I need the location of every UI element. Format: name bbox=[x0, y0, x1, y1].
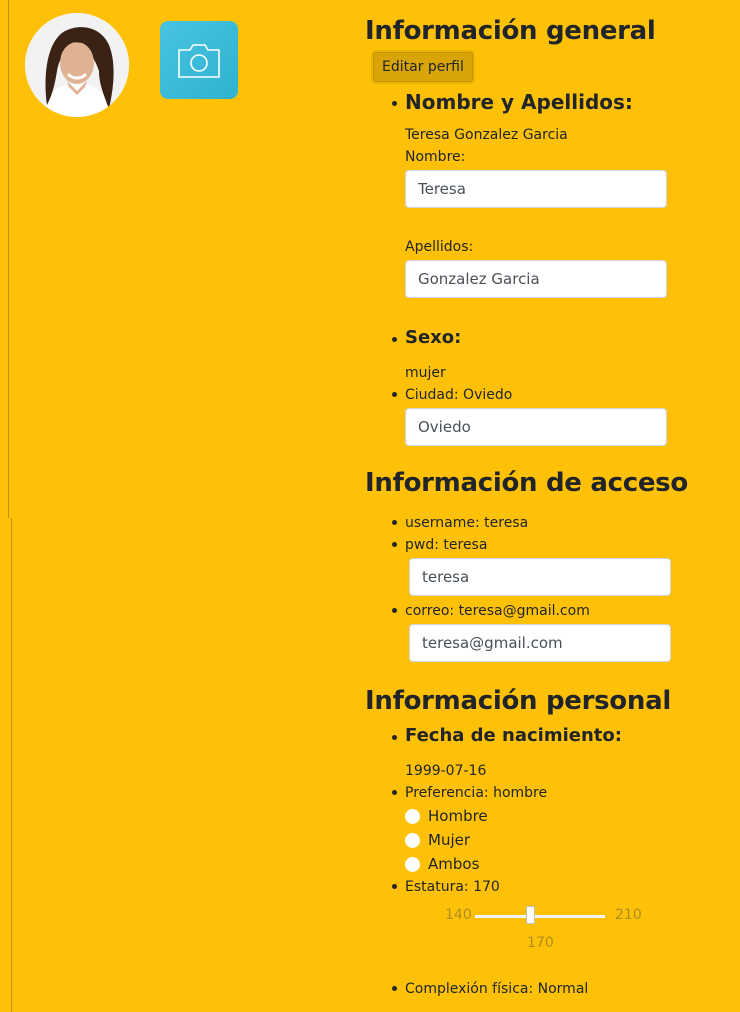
height-label: Estatura: 170 bbox=[405, 879, 500, 895]
avatar-photo bbox=[25, 13, 129, 117]
sex-value: mujer bbox=[405, 365, 446, 381]
radio-circle[interactable] bbox=[405, 808, 420, 824]
radio-circle[interactable] bbox=[405, 856, 420, 872]
profile-content: Información general Editar perfil Nombre… bbox=[365, 14, 705, 1000]
username-label: username: teresa bbox=[405, 515, 529, 531]
last-name-label: Apellidos: bbox=[405, 239, 474, 255]
first-name-label: Nombre: bbox=[405, 149, 466, 165]
height-list: Estatura: 170 bbox=[365, 876, 705, 898]
slider-max-label: 210 bbox=[615, 907, 642, 923]
complexion-label: Complexión física: Normal bbox=[405, 981, 589, 997]
camera-icon bbox=[178, 44, 220, 78]
personal-list: Fecha de nacimiento: bbox=[365, 722, 705, 750]
radio-mujer[interactable]: Mujer bbox=[365, 828, 705, 852]
email-label: correo: teresa@gmail.com bbox=[405, 603, 590, 619]
email-input[interactable]: teresa@gmail.com bbox=[409, 624, 671, 662]
username-item: username: teresa bbox=[365, 512, 705, 534]
pwd-item: pwd: teresa bbox=[365, 534, 705, 556]
pwd-label: pwd: teresa bbox=[405, 537, 488, 553]
general-list: Nombre y Apellidos: bbox=[365, 88, 705, 116]
last-name-input[interactable]: Gonzalez Garcia bbox=[405, 260, 667, 298]
sex-list: Sexo: bbox=[365, 324, 705, 352]
general-heading: Información general bbox=[365, 16, 656, 46]
radio-hombre[interactable]: Hombre bbox=[365, 804, 705, 828]
height-item: Estatura: 170 bbox=[365, 876, 705, 898]
radio-ambos[interactable]: Ambos bbox=[365, 852, 705, 876]
edit-profile-button[interactable]: Editar perfil bbox=[373, 52, 473, 82]
left-border-top bbox=[0, 0, 9, 518]
radio-label: Mujer bbox=[428, 831, 471, 849]
radio-label: Ambos bbox=[428, 855, 480, 873]
access-list: username: teresa pwd: teresa bbox=[365, 512, 705, 556]
left-border-bottom bbox=[0, 518, 12, 1012]
birth-value: 1999-07-16 bbox=[405, 763, 487, 779]
radio-label: Hombre bbox=[428, 807, 488, 825]
name-section-label: Nombre y Apellidos: bbox=[405, 90, 633, 114]
name-section: Nombre y Apellidos: bbox=[365, 88, 705, 116]
personal-heading: Información personal bbox=[365, 686, 671, 716]
radio-circle[interactable] bbox=[405, 832, 420, 848]
complexion-item: Complexión física: Normal bbox=[365, 978, 705, 1000]
pwd-input[interactable]: teresa bbox=[409, 558, 671, 596]
slider-value-label: 170 bbox=[527, 935, 554, 951]
birth-label: Fecha de nacimiento: bbox=[405, 725, 622, 746]
city-list: Ciudad: Oviedo bbox=[365, 384, 705, 406]
birth-section: Fecha de nacimiento: bbox=[365, 722, 705, 750]
city-label: Ciudad: Oviedo bbox=[405, 387, 513, 403]
profile-page: Información general Editar perfil Nombre… bbox=[0, 0, 740, 1012]
sex-label: Sexo: bbox=[405, 327, 462, 348]
avatar bbox=[25, 13, 129, 117]
preference-list: Preferencia: hombre bbox=[365, 782, 705, 804]
preference-label: Preferencia: hombre bbox=[405, 785, 548, 801]
camera-button[interactable] bbox=[160, 21, 238, 99]
slider-track[interactable] bbox=[475, 915, 605, 918]
full-name-text: Teresa Gonzalez Garcia bbox=[405, 127, 568, 143]
height-slider[interactable]: 140 210 170 bbox=[445, 898, 645, 958]
city-section: Ciudad: Oviedo bbox=[365, 384, 705, 406]
preference-item: Preferencia: hombre bbox=[365, 782, 705, 804]
slider-handle[interactable] bbox=[526, 906, 536, 924]
email-item: correo: teresa@gmail.com bbox=[365, 600, 705, 622]
first-name-input[interactable]: Teresa bbox=[405, 170, 667, 208]
email-list: correo: teresa@gmail.com bbox=[365, 600, 705, 622]
sex-section: Sexo: bbox=[365, 324, 705, 352]
city-input[interactable]: Oviedo bbox=[405, 408, 667, 446]
complexion-list: Complexión física: Normal bbox=[365, 978, 705, 1000]
slider-min-label: 140 bbox=[445, 907, 472, 923]
access-heading: Información de acceso bbox=[365, 468, 688, 498]
